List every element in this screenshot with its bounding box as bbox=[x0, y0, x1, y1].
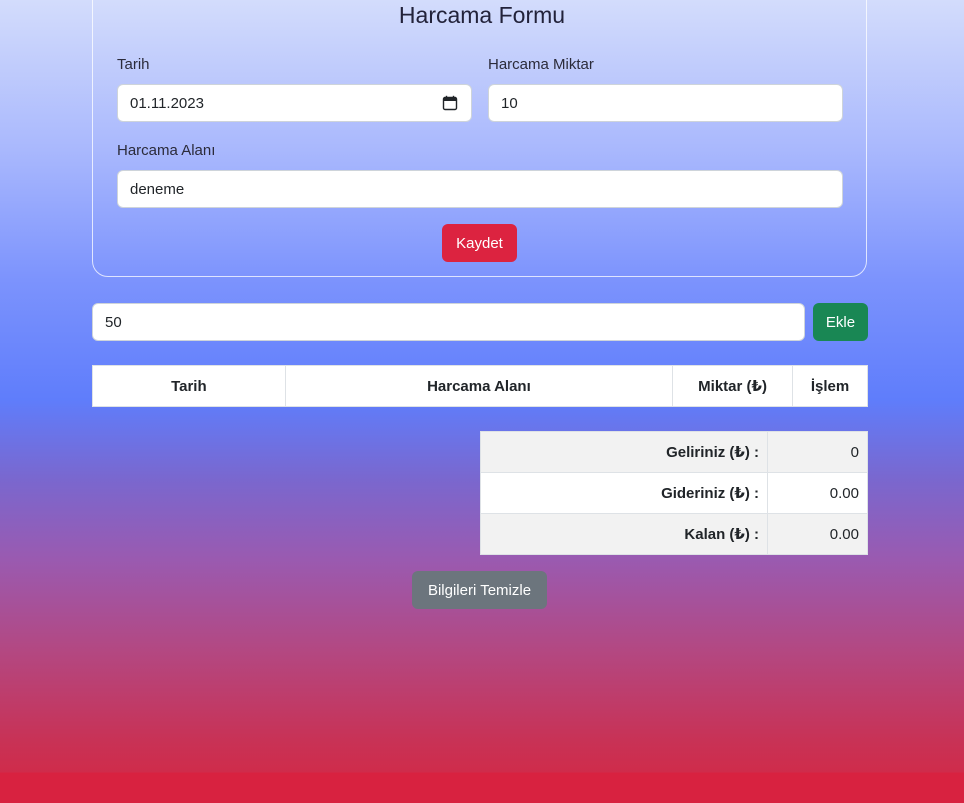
area-input-value: deneme bbox=[130, 180, 185, 198]
column-header-area[interactable]: Harcama Alanı bbox=[284, 365, 674, 407]
column-header-action[interactable]: İşlem bbox=[792, 365, 868, 407]
income-total-label: Geliriniz (₺) : bbox=[480, 431, 768, 473]
calendar-icon[interactable] bbox=[442, 95, 458, 111]
income-input[interactable]: 50 bbox=[92, 303, 805, 341]
date-input[interactable]: 01.11.2023 bbox=[117, 84, 472, 122]
clear-data-button[interactable]: Bilgileri Temizle bbox=[412, 571, 547, 609]
summary-row-income: Geliriniz (₺) : 0 bbox=[480, 431, 868, 473]
add-income-button[interactable]: Ekle bbox=[813, 303, 868, 341]
area-input[interactable]: deneme bbox=[117, 170, 843, 208]
save-button[interactable]: Kaydet bbox=[442, 224, 517, 262]
income-total-value: 0 bbox=[767, 431, 868, 473]
amount-label: Harcama Miktar bbox=[488, 56, 594, 73]
column-header-amount[interactable]: Miktar (₺) bbox=[672, 365, 793, 407]
summary-table: Geliriniz (₺) : 0 Gideriniz (₺) : 0.00 K… bbox=[480, 431, 868, 555]
expense-table: Tarih Harcama Alanı Miktar (₺) İşlem bbox=[92, 365, 868, 407]
summary-row-remaining: Kalan (₺) : 0.00 bbox=[480, 513, 868, 555]
remaining-value: 0.00 bbox=[767, 513, 868, 555]
expense-table-header-row: Tarih Harcama Alanı Miktar (₺) İşlem bbox=[92, 365, 868, 407]
expense-total-label: Gideriniz (₺) : bbox=[480, 472, 768, 514]
column-header-date[interactable]: Tarih bbox=[92, 365, 286, 407]
income-input-value: 50 bbox=[105, 313, 122, 331]
date-input-value: 01.11.2023 bbox=[130, 94, 204, 112]
remaining-label: Kalan (₺) : bbox=[480, 513, 768, 555]
area-label: Harcama Alanı bbox=[117, 142, 216, 159]
expense-total-value: 0.00 bbox=[767, 472, 868, 514]
amount-input[interactable]: 10 bbox=[488, 84, 843, 122]
summary-row-expense: Gideriniz (₺) : 0.00 bbox=[480, 472, 868, 514]
amount-input-value: 10 bbox=[501, 94, 518, 112]
date-label: Tarih bbox=[117, 56, 150, 73]
form-title: Harcama Formu bbox=[398, 2, 566, 28]
